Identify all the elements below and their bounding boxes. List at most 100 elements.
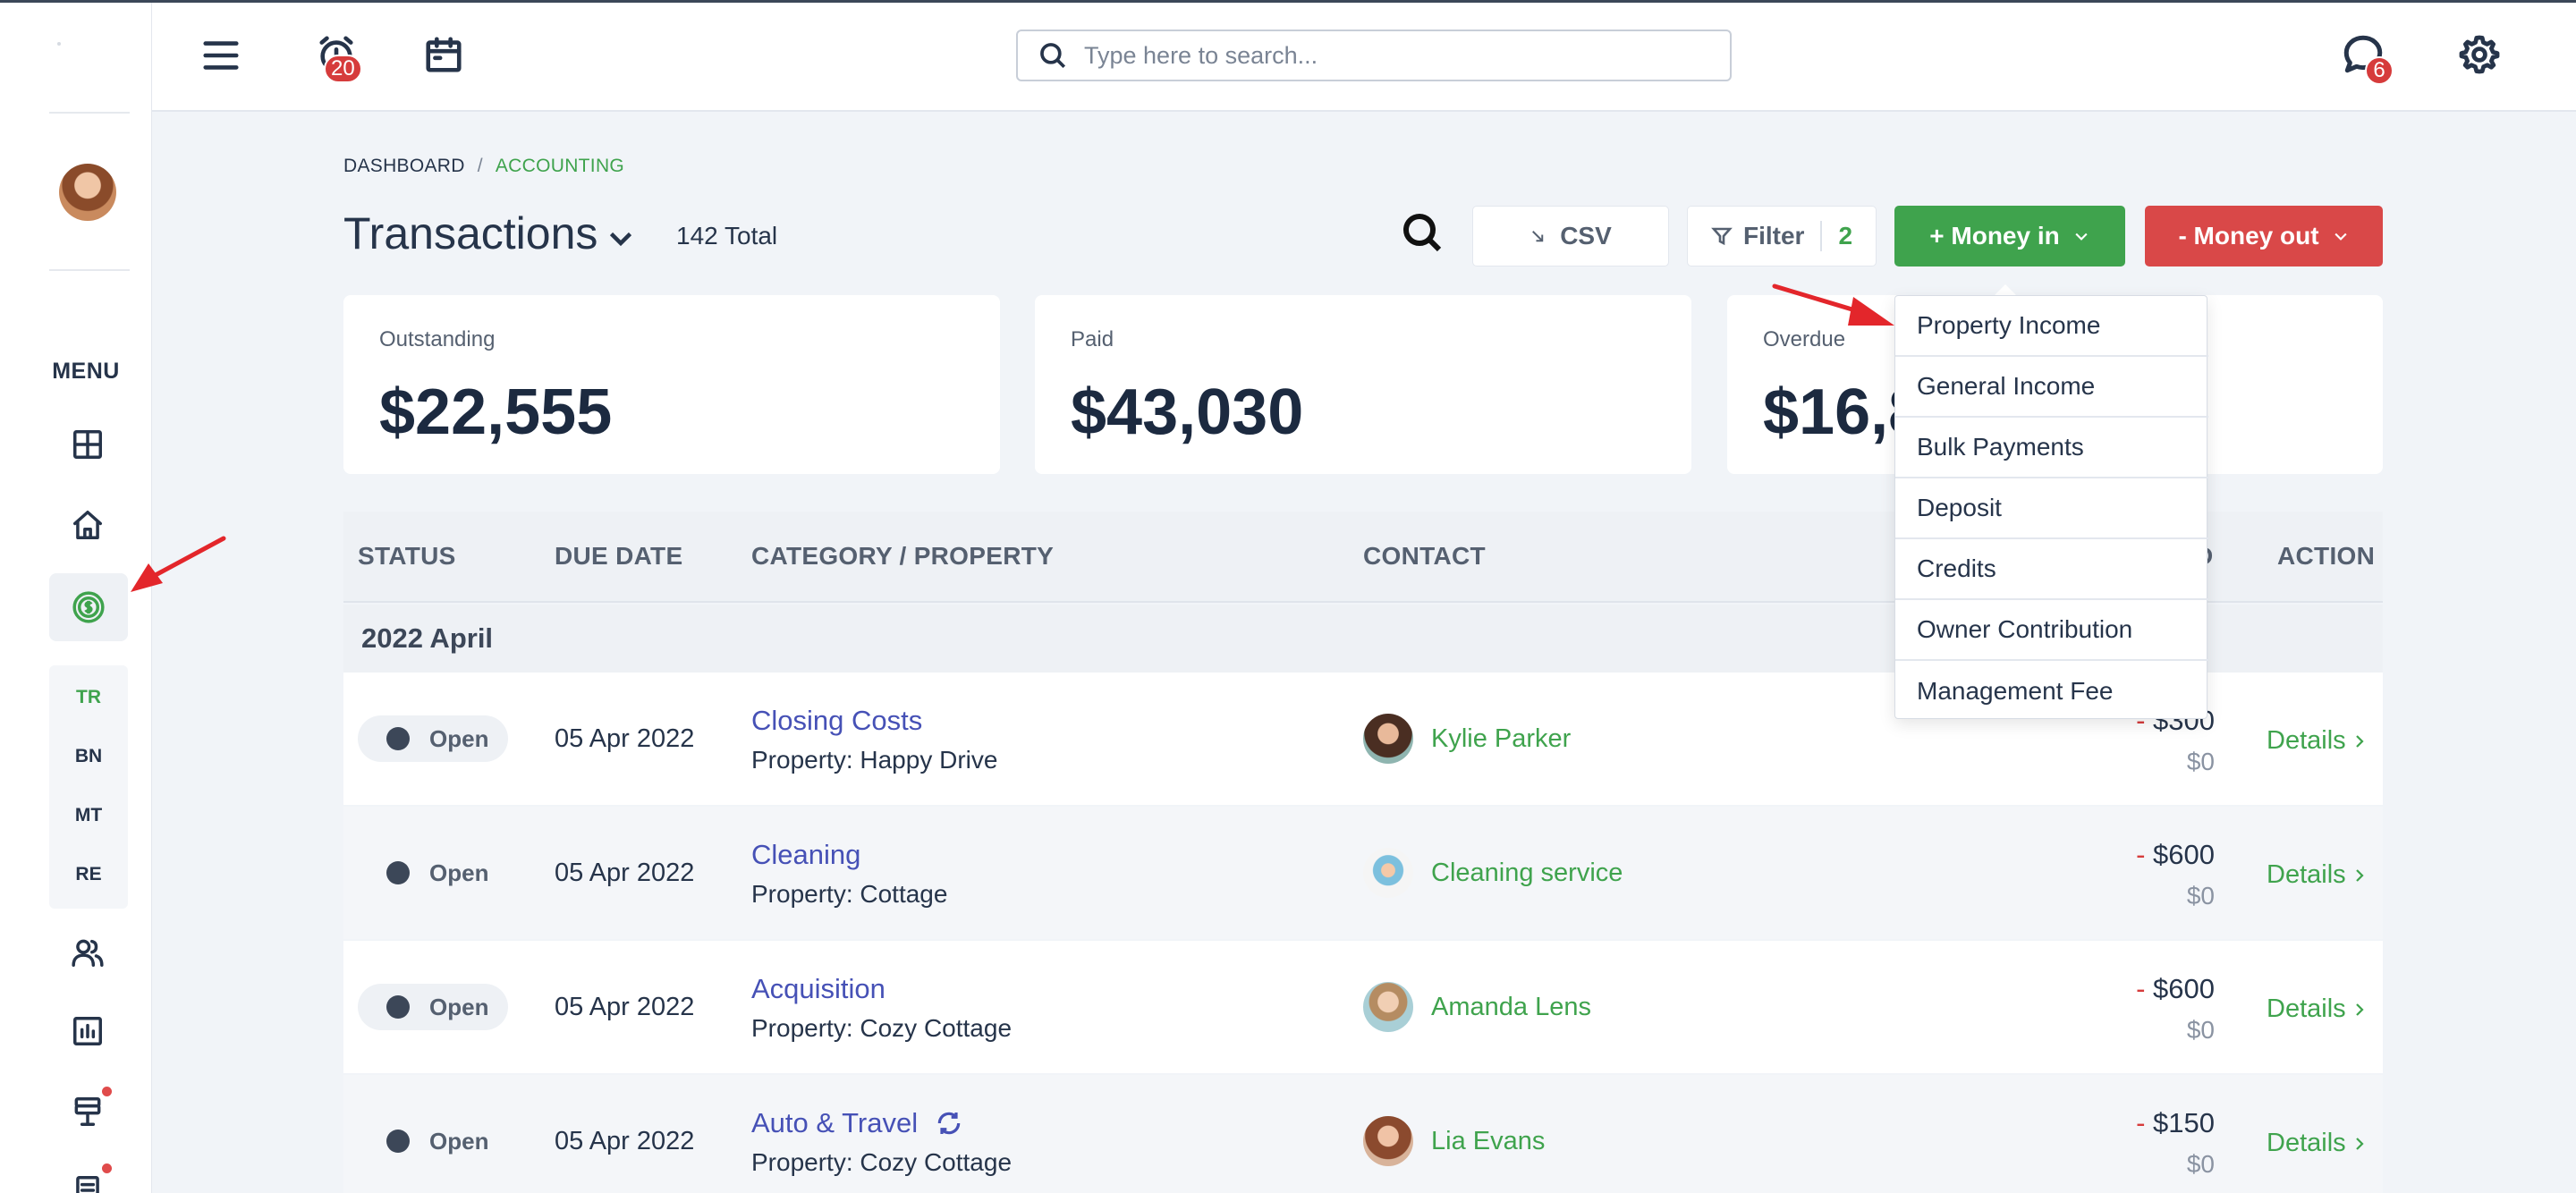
details-link[interactable]: Details — [2267, 994, 2368, 1024]
money-out-button[interactable]: - Money out — [2145, 206, 2383, 267]
menu-item-owner-contribution[interactable]: Owner Contribution — [1895, 600, 2208, 661]
search-icon — [1040, 43, 1066, 69]
chevron-right-icon — [2355, 1003, 2364, 1017]
user-avatar[interactable] — [59, 164, 116, 221]
contact-avatar — [1363, 848, 1413, 898]
submenu-item-tr[interactable]: TR — [49, 687, 128, 708]
csv-button[interactable]: CSV — [1472, 206, 1669, 267]
column-contact[interactable]: CONTACT — [1363, 542, 1486, 571]
chevron-right-icon — [2355, 1138, 2364, 1151]
table-row[interactable]: Open 05 Apr 2022 Cleaning Property: Cott… — [343, 807, 2383, 939]
property-name: Property: Happy Drive — [751, 746, 998, 774]
menu-item-deposit[interactable]: Deposit — [1895, 478, 2208, 539]
hamburger-menu-icon[interactable] — [199, 33, 243, 78]
amount-value: $600 — [2153, 973, 2215, 1004]
breadcrumb-accounting[interactable]: ACCOUNTING — [496, 156, 624, 176]
menu-item-credits[interactable]: Credits — [1895, 539, 2208, 600]
amount-sign: - — [2136, 973, 2146, 1004]
menu-item-management-fee[interactable]: Management Fee — [1895, 661, 2208, 722]
contact-avatar — [1363, 1116, 1413, 1166]
category-link[interactable]: Closing Costs — [751, 705, 922, 737]
details-link[interactable]: Details — [2267, 860, 2368, 890]
page-title[interactable]: Transactions — [343, 207, 597, 259]
due-date: 05 Apr 2022 — [555, 724, 695, 753]
chat-count-badge: 6 — [2365, 56, 2394, 85]
contact-link[interactable]: Lia Evans — [1431, 1127, 1545, 1156]
status-badge: Open — [358, 850, 508, 896]
reports-icon[interactable] — [63, 1006, 113, 1056]
details-label: Details — [2267, 726, 2346, 755]
amount-due: - $150 — [2136, 1107, 2215, 1139]
menu-item-property-income[interactable]: Property Income — [1895, 296, 2208, 357]
contact-avatar — [1363, 982, 1413, 1032]
contact-link[interactable]: Amanda Lens — [1431, 993, 1591, 1022]
property-name: Property: Cozy Cottage — [751, 1148, 1013, 1176]
due-date: 05 Apr 2022 — [555, 1127, 695, 1155]
contact-link[interactable]: Kylie Parker — [1431, 724, 1571, 754]
submenu-item-bn[interactable]: BN — [49, 746, 128, 767]
card-value: $22,555 — [379, 377, 613, 448]
annotation-arrow-icon — [1772, 283, 1894, 326]
submenu-item-re[interactable]: RE — [49, 864, 128, 885]
details-link[interactable]: Details — [2267, 1129, 2368, 1158]
recurring-icon — [937, 1112, 960, 1135]
dashboard-icon[interactable] — [63, 419, 113, 470]
chevron-down-icon — [2075, 233, 2088, 241]
accounting-submenu: TR BN MT RE — [49, 665, 128, 909]
contact-link[interactable]: Cleaning service — [1431, 859, 1623, 888]
accounting-icon[interactable] — [49, 573, 128, 641]
status-label: Open — [429, 724, 489, 752]
search-box[interactable] — [1016, 30, 1732, 81]
total-count: 142 Total — [676, 222, 778, 250]
chevron-down-icon[interactable] — [605, 222, 637, 254]
amount-sign: - — [2136, 839, 2146, 870]
card-label: Outstanding — [379, 327, 496, 351]
filter-button[interactable]: Filter 2 — [1687, 206, 1877, 267]
status-label: Open — [429, 993, 489, 1020]
top-header: 20 6 — [152, 3, 2576, 112]
outstanding-card: Outstanding $22,555 — [343, 295, 1000, 474]
category-link[interactable]: Acquisition — [751, 973, 886, 1005]
amount-sign: - — [2136, 1107, 2146, 1138]
amount-due: - $600 — [2136, 973, 2215, 1005]
column-due-date[interactable]: DUE DATE — [555, 542, 682, 571]
amount-paid: $0 — [2186, 1150, 2215, 1178]
filter-icon — [1711, 227, 1733, 246]
menu-label: MENU — [52, 359, 120, 384]
money-in-dropdown: Property Income General Income Bulk Paym… — [1894, 295, 2208, 722]
breadcrumb-separator: / — [477, 156, 483, 176]
amount-paid: $0 — [2186, 1016, 2215, 1044]
amount-value: $150 — [2153, 1107, 2215, 1138]
amount-due: - $600 — [2136, 839, 2215, 871]
status-dot — [386, 727, 410, 750]
breadcrumb-dashboard[interactable]: DASHBOARD — [343, 156, 465, 176]
gear-icon[interactable] — [2454, 30, 2504, 80]
users-icon[interactable] — [63, 927, 113, 977]
download-arrow-icon — [1532, 231, 1544, 242]
status-badge: Open — [358, 984, 508, 1030]
column-category-property[interactable]: CATEGORY / PROPERTY — [751, 542, 1054, 571]
amount-value: $600 — [2153, 839, 2215, 870]
filter-label: Filter — [1742, 222, 1805, 250]
submenu-item-mt[interactable]: MT — [49, 805, 128, 826]
table-row[interactable]: Open 05 Apr 2022 Acquisition Property: C… — [343, 941, 2383, 1073]
column-status[interactable]: STATUS — [358, 542, 456, 571]
chevron-right-icon — [2355, 869, 2364, 883]
search-input[interactable] — [1084, 41, 1710, 70]
menu-item-general-income[interactable]: General Income — [1895, 357, 2208, 418]
amount-paid: $0 — [2186, 882, 2215, 910]
details-link[interactable]: Details — [2267, 726, 2368, 756]
category-link[interactable]: Cleaning — [751, 839, 860, 871]
filter-count: 2 — [1838, 222, 1853, 250]
category-link[interactable]: Auto & Travel — [751, 1107, 963, 1139]
table-search-icon[interactable] — [1401, 211, 1449, 259]
sidebar-divider — [49, 112, 130, 114]
details-label: Details — [2267, 1129, 2346, 1157]
menu-item-bulk-payments[interactable]: Bulk Payments — [1895, 418, 2208, 478]
table-row[interactable]: Open 05 Apr 2022 Auto & Travel Property:… — [343, 1075, 2383, 1193]
calendar-icon[interactable] — [420, 31, 467, 78]
chevron-down-icon — [2334, 233, 2347, 241]
chevron-right-icon — [2355, 735, 2364, 749]
money-in-button[interactable]: + Money in — [1894, 206, 2125, 267]
home-icon[interactable] — [63, 500, 113, 550]
